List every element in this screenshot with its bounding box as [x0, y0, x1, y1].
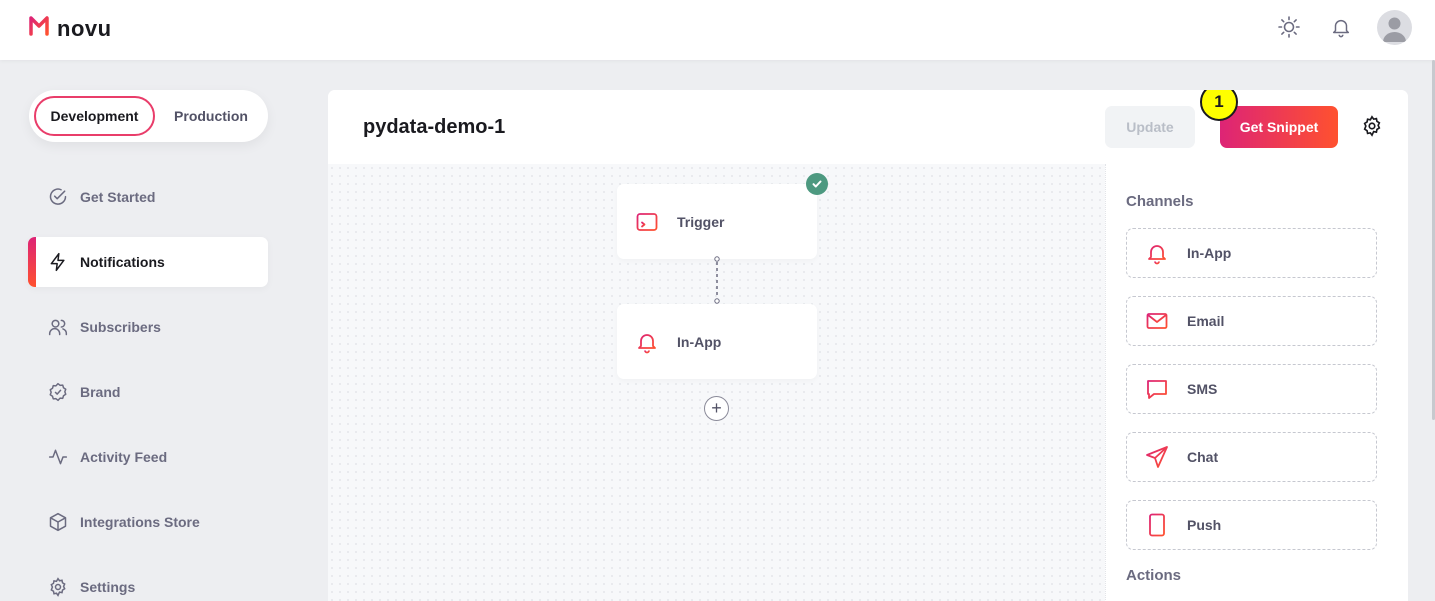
nav-item-label: Settings	[80, 579, 136, 595]
nav-item-activity-feed[interactable]: Activity Feed	[28, 432, 268, 482]
nav-item-label: Subscribers	[80, 319, 161, 335]
nav-item-label: Brand	[80, 384, 121, 400]
channel-label: In-App	[1187, 245, 1232, 261]
nav-item-brand[interactable]: Brand	[28, 367, 268, 417]
workflow-header: pydata-demo-1 Update Get Snippet 1	[328, 90, 1408, 164]
send-icon	[1145, 445, 1169, 469]
node-label: In-App	[677, 333, 722, 350]
channel-label: Email	[1187, 313, 1225, 329]
activity-icon	[48, 447, 68, 467]
user-avatar[interactable]	[1377, 10, 1412, 45]
theme-toggle-sun-icon[interactable]	[1276, 14, 1302, 40]
nav-item-label: Activity Feed	[80, 449, 168, 465]
channels-title: Channels	[1126, 193, 1194, 210]
users-icon	[48, 317, 68, 337]
channel-label: SMS	[1187, 381, 1218, 397]
in-app-node[interactable]: In-App	[617, 304, 817, 379]
nav-item-label: Notifications	[80, 254, 165, 270]
get-snippet-button[interactable]: Get Snippet	[1220, 106, 1338, 148]
nav-item-settings[interactable]: Settings	[28, 562, 268, 601]
node-connector	[714, 256, 720, 304]
nav-item-label: Get Started	[80, 189, 156, 205]
channel-sms[interactable]: SMS	[1126, 364, 1377, 414]
nav-item-subscribers[interactable]: Subscribers	[28, 302, 268, 352]
nav-item-get-started[interactable]: Get Started	[28, 172, 268, 222]
nav-item-integrations-store[interactable]: Integrations Store	[28, 497, 268, 547]
trigger-node[interactable]: Trigger	[617, 184, 817, 259]
plus-icon: +	[711, 398, 722, 418]
workflow-title[interactable]: pydata-demo-1	[363, 116, 505, 139]
top-bar: novu	[0, 0, 1435, 60]
check-circle-icon	[48, 187, 68, 207]
message-icon	[1145, 377, 1169, 401]
logo[interactable]: novu	[27, 14, 112, 43]
development-env-button[interactable]: Development	[34, 96, 155, 136]
channel-email[interactable]: Email	[1126, 296, 1377, 346]
channel-chat[interactable]: Chat	[1126, 432, 1377, 482]
badge-check-icon	[48, 382, 68, 402]
update-button[interactable]: Update	[1105, 106, 1195, 148]
production-env-button[interactable]: Production	[161, 96, 261, 136]
node-label: Trigger	[677, 213, 725, 230]
channel-push[interactable]: Push	[1126, 500, 1377, 550]
channel-label: Chat	[1187, 449, 1219, 465]
steps-side-panel: Channels In-App Email SMS Chat Push Acti…	[1105, 164, 1408, 601]
workflow-canvas[interactable]: Trigger In-App +	[328, 164, 1105, 601]
nav-item-notifications[interactable]: Notifications	[28, 237, 268, 287]
box-icon	[48, 512, 68, 532]
notifications-bell-icon[interactable]	[1328, 14, 1354, 40]
brand-name: novu	[57, 15, 112, 41]
bell-icon	[1145, 241, 1169, 265]
mobile-icon	[1145, 513, 1169, 537]
lightning-icon	[48, 252, 68, 272]
channel-label: Push	[1187, 517, 1222, 533]
channel-in-app[interactable]: In-App	[1126, 228, 1377, 278]
terminal-icon	[635, 210, 659, 234]
gear-icon	[48, 577, 68, 597]
actions-title: Actions	[1126, 567, 1182, 584]
mail-icon	[1145, 309, 1169, 333]
add-step-button[interactable]: +	[704, 396, 729, 421]
novu-logo-icon	[27, 14, 51, 43]
nav-item-label: Integrations Store	[80, 514, 200, 530]
workflow-settings-gear-icon[interactable]	[1361, 115, 1385, 139]
environment-switch: Development Production	[29, 90, 268, 142]
bell-icon	[635, 330, 659, 354]
workflow-editor-panel: pydata-demo-1 Update Get Snippet 1 Trigg…	[328, 90, 1408, 601]
checkmark-icon	[806, 173, 828, 195]
